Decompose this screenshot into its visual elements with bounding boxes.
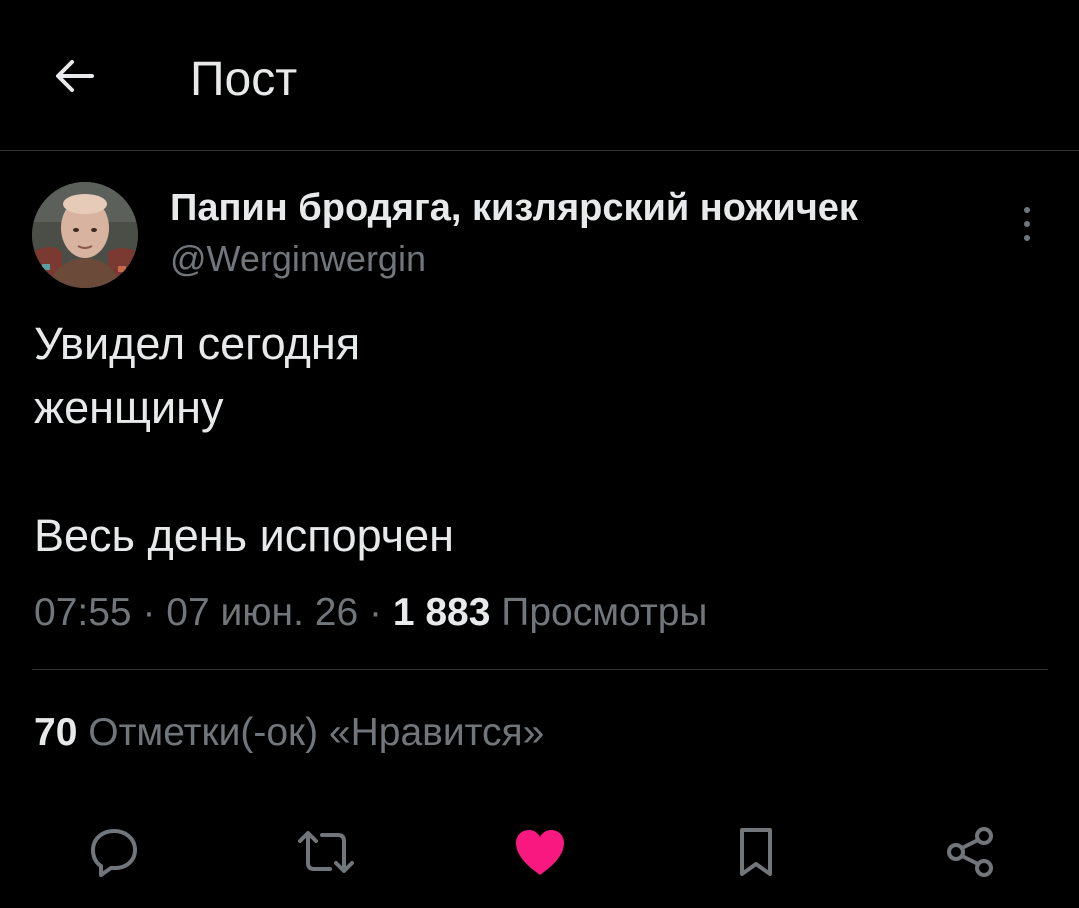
views-count: 1 883 <box>392 591 491 634</box>
arrow-left-icon <box>56 60 94 92</box>
post-text: Увидел сегодня женщину Весь день испорче… <box>34 318 454 561</box>
bookmark-icon <box>740 828 772 876</box>
post-time[interactable]: 07:55 <box>34 591 132 634</box>
share-icon <box>947 827 993 877</box>
more-options-button[interactable] <box>1010 202 1044 246</box>
avatar[interactable] <box>32 182 138 288</box>
meta-separator: · <box>142 591 156 634</box>
avatar-image <box>32 182 138 288</box>
divider <box>32 669 1048 670</box>
post-date[interactable]: 07 июн. 26 <box>166 591 358 634</box>
author-handle[interactable]: @Werginwergin <box>170 237 426 281</box>
likes-summary[interactable]: 70 Отметки(-ок) «Нравится» <box>34 708 544 758</box>
top-bar: Пост <box>0 0 1079 151</box>
bookmark-button[interactable] <box>726 822 786 882</box>
reply-icon <box>91 829 137 877</box>
likes-count: 70 <box>34 711 78 754</box>
page-title: Пост <box>190 53 298 106</box>
reply-button[interactable] <box>84 822 144 882</box>
meta-separator: · <box>368 591 382 634</box>
share-button[interactable] <box>940 822 1000 882</box>
author-display-name[interactable]: Папин бродяга, кизлярский ножичек <box>170 186 858 230</box>
repost-button[interactable] <box>296 822 356 882</box>
more-vertical-icon <box>1024 207 1030 241</box>
post-meta: 07:55 · 07 июн. 26 · 1 883 Просмотры <box>34 588 707 638</box>
like-button[interactable] <box>510 822 570 882</box>
likes-label: Отметки(-ок) «Нравится» <box>88 711 545 754</box>
repost-icon <box>298 831 354 873</box>
views-label: Просмотры <box>501 591 708 634</box>
heart-icon <box>516 830 564 875</box>
back-button[interactable] <box>44 46 104 106</box>
